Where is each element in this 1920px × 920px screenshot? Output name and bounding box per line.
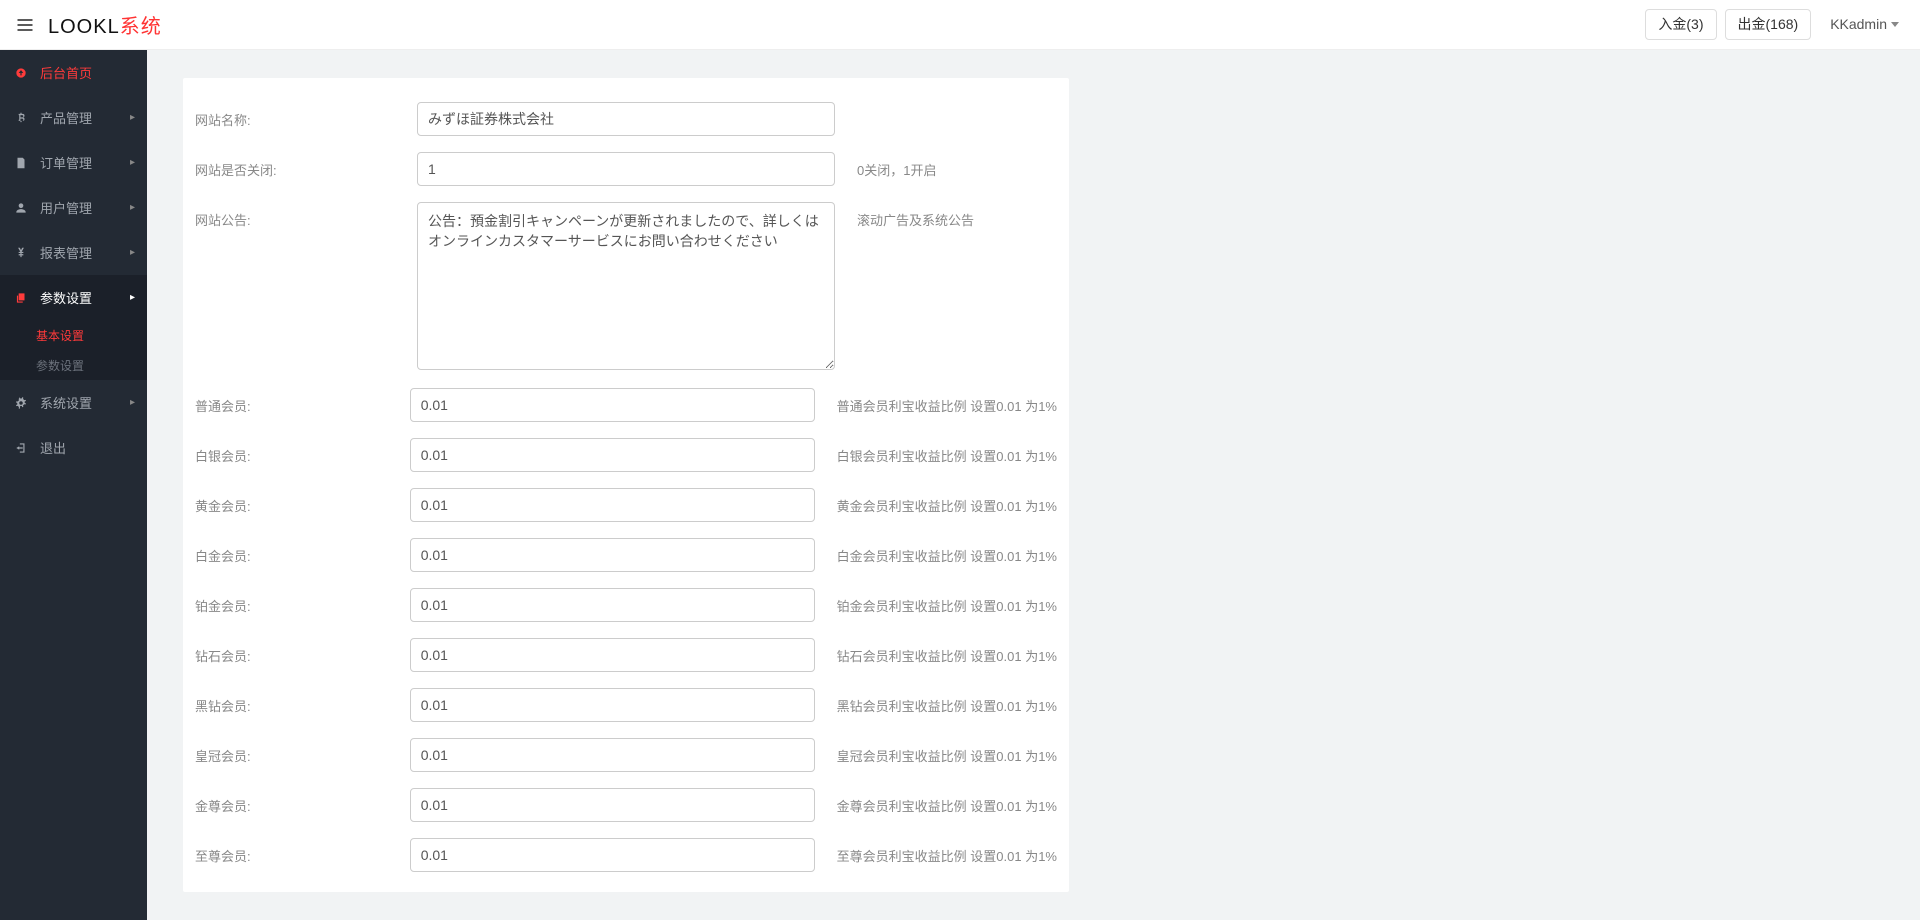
nav-report[interactable]: 报表管理 ▸ <box>0 230 147 275</box>
row-site-notice: 网站公告: 滚动广告及系统公告 <box>195 202 1057 370</box>
nav-product-label: 产品管理 <box>40 108 92 127</box>
help-member: 钻石会员利宝收益比例 设置0.01 为1% <box>837 638 1057 665</box>
username-label: KKadmin <box>1830 16 1887 32</box>
chevron-right-icon: ▸ <box>130 397 135 408</box>
header-bar: LOOKL系统 入金(3) 出金(168) KKadmin <box>0 0 1920 50</box>
help-member: 白银会员利宝收益比例 设置0.01 为1% <box>837 438 1057 465</box>
help-site-closed: 0关闭，1开启 <box>857 152 936 179</box>
caret-down-icon <box>1891 22 1899 27</box>
row-member-0: 普通会员: 普通会员利宝收益比例 设置0.01 为1% <box>195 388 1057 422</box>
logo-text-black: LOOKL <box>48 16 120 38</box>
sidebar: 后台首页 产品管理 ▸ 订单管理 ▸ 用户管理 ▸ 报表管理 ▸ <box>0 50 147 920</box>
withdraw-button[interactable]: 出金(168) <box>1725 9 1812 40</box>
help-member: 普通会员利宝收益比例 设置0.01 为1% <box>837 388 1057 415</box>
row-member-2: 黄金会员: 黄金会员利宝收益比例 设置0.01 为1% <box>195 488 1057 522</box>
row-member-7: 皇冠会员: 皇冠会员利宝收益比例 设置0.01 为1% <box>195 738 1057 772</box>
nav-param-label: 参数设置 <box>40 288 92 307</box>
dashboard-icon <box>12 66 30 80</box>
chevron-right-icon: ▸ <box>130 112 135 123</box>
logout-icon <box>12 441 30 455</box>
logo-text-red: 系统 <box>120 16 162 38</box>
label-site-closed: 网站是否关闭: <box>195 152 417 179</box>
nav-logout[interactable]: 退出 <box>0 425 147 470</box>
label-member: 皇冠会员: <box>195 738 410 765</box>
nav-user[interactable]: 用户管理 ▸ <box>0 185 147 230</box>
row-member-3: 白金会员: 白金会员利宝收益比例 设置0.01 为1% <box>195 538 1057 572</box>
input-member[interactable] <box>410 738 815 772</box>
input-member[interactable] <box>410 438 815 472</box>
nav-dashboard[interactable]: 后台首页 <box>0 50 147 95</box>
label-member: 铂金会员: <box>195 588 410 615</box>
nav-logout-label: 退出 <box>40 438 66 457</box>
nav-order-label: 订单管理 <box>40 153 92 172</box>
input-member[interactable] <box>410 388 815 422</box>
input-member[interactable] <box>410 488 815 522</box>
row-member-6: 黑钻会员: 黑钻会员利宝收益比例 设置0.01 为1% <box>195 688 1057 722</box>
param-submenu: 基本设置 参数设置 <box>0 320 147 380</box>
content-area: 网站名称: 网站是否关闭: 0关闭，1开启 网站公告: 滚动广告及系统公告 普通… <box>147 50 1920 920</box>
label-member: 黄金会员: <box>195 488 410 515</box>
label-member: 黑钻会员: <box>195 688 410 715</box>
input-member[interactable] <box>410 588 815 622</box>
nav-report-label: 报表管理 <box>40 243 92 262</box>
input-member[interactable] <box>410 838 815 872</box>
label-member: 至尊会员: <box>195 838 410 865</box>
label-member: 白银会员: <box>195 438 410 465</box>
label-member: 普通会员: <box>195 388 410 415</box>
label-member: 金尊会员: <box>195 788 410 815</box>
nav-system[interactable]: 系统设置 ▸ <box>0 380 147 425</box>
help-member: 皇冠会员利宝收益比例 设置0.01 为1% <box>837 738 1057 765</box>
hamburger-icon <box>15 15 35 35</box>
gears-icon <box>12 396 30 410</box>
nav-product[interactable]: 产品管理 ▸ <box>0 95 147 140</box>
deposit-button[interactable]: 入金(3) <box>1645 9 1716 40</box>
help-member: 铂金会员利宝收益比例 设置0.01 为1% <box>837 588 1057 615</box>
yen-icon <box>12 246 30 260</box>
nav-param[interactable]: 参数设置 ▸ <box>0 275 147 320</box>
row-member-8: 金尊会员: 金尊会员利宝收益比例 设置0.01 为1% <box>195 788 1057 822</box>
nav-order[interactable]: 订单管理 ▸ <box>0 140 147 185</box>
help-member: 黄金会员利宝收益比例 设置0.01 为1% <box>837 488 1057 515</box>
nav-dashboard-label: 后台首页 <box>40 63 92 82</box>
user-menu-dropdown[interactable]: KKadmin <box>1819 9 1910 39</box>
row-site-closed: 网站是否关闭: 0关闭，1开启 <box>195 152 1057 186</box>
chevron-right-icon: ▸ <box>130 157 135 168</box>
subnav-param-settings[interactable]: 参数设置 <box>0 350 147 380</box>
row-member-4: 铂金会员: 铂金会员利宝收益比例 设置0.01 为1% <box>195 588 1057 622</box>
chevron-right-icon: ▸ <box>130 247 135 258</box>
help-member: 黑钻会员利宝收益比例 设置0.01 为1% <box>837 688 1057 715</box>
app-logo: LOOKL系统 <box>48 10 162 39</box>
input-site-closed[interactable] <box>417 152 835 186</box>
input-member[interactable] <box>410 788 815 822</box>
row-site-name: 网站名称: <box>195 102 1057 136</box>
input-member[interactable] <box>410 688 815 722</box>
user-icon <box>12 201 30 215</box>
help-site-notice: 滚动广告及系统公告 <box>857 202 974 229</box>
row-member-9: 至尊会员: 至尊会员利宝收益比例 设置0.01 为1% <box>195 838 1057 872</box>
help-member: 白金会员利宝收益比例 设置0.01 为1% <box>837 538 1057 565</box>
row-member-1: 白银会员: 白银会员利宝收益比例 设置0.01 为1% <box>195 438 1057 472</box>
nav-system-label: 系统设置 <box>40 393 92 412</box>
label-member: 钻石会员: <box>195 638 410 665</box>
input-member[interactable] <box>410 538 815 572</box>
chevron-right-icon: ▸ <box>130 202 135 213</box>
input-site-name[interactable] <box>417 102 835 136</box>
help-member: 金尊会员利宝收益比例 设置0.01 为1% <box>837 788 1057 815</box>
order-icon <box>12 156 30 170</box>
subnav-basic-settings[interactable]: 基本设置 <box>0 320 147 350</box>
settings-panel: 网站名称: 网站是否关闭: 0关闭，1开启 网站公告: 滚动广告及系统公告 普通… <box>183 78 1069 892</box>
menu-toggle-button[interactable] <box>8 8 42 42</box>
copy-icon <box>12 291 30 305</box>
bitcoin-icon <box>12 111 30 125</box>
label-site-name: 网站名称: <box>195 102 417 129</box>
help-member: 至尊会员利宝收益比例 设置0.01 为1% <box>837 838 1057 865</box>
nav-user-label: 用户管理 <box>40 198 92 217</box>
label-site-notice: 网站公告: <box>195 202 417 229</box>
row-member-5: 钻石会员: 钻石会员利宝收益比例 设置0.01 为1% <box>195 638 1057 672</box>
chevron-right-icon: ▸ <box>130 292 135 303</box>
input-member[interactable] <box>410 638 815 672</box>
header-right: 入金(3) 出金(168) KKadmin <box>1645 9 1910 40</box>
label-member: 白金会员: <box>195 538 410 565</box>
input-site-notice[interactable] <box>417 202 835 370</box>
